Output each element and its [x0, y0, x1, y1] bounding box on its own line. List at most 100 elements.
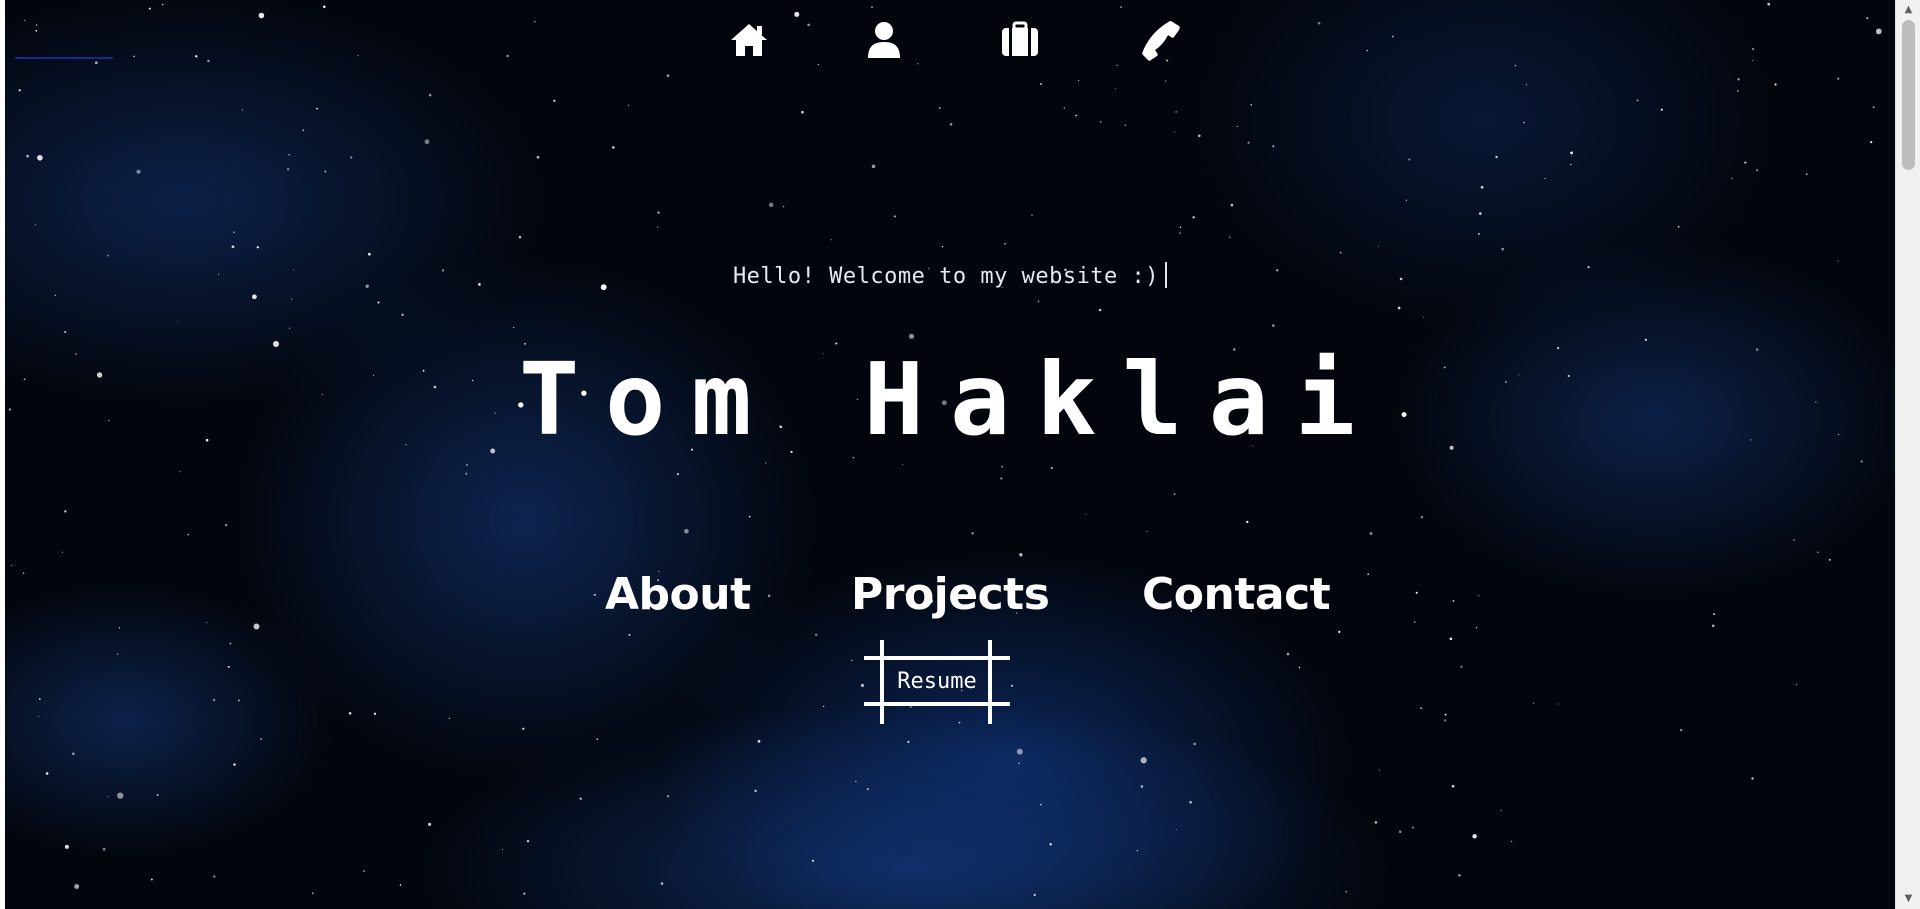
- briefcase-icon[interactable]: [998, 18, 1042, 62]
- star: [1004, 242, 1007, 245]
- star: [1345, 890, 1348, 893]
- star: [1098, 308, 1102, 312]
- star: [782, 205, 785, 208]
- star: [233, 763, 236, 766]
- star: [1756, 169, 1759, 172]
- star: [465, 472, 468, 475]
- star: [1236, 125, 1239, 128]
- star: [34, 224, 36, 226]
- star: [399, 884, 402, 886]
- star: [1411, 826, 1415, 829]
- star: [1397, 306, 1401, 310]
- star: [1444, 713, 1447, 716]
- star: [676, 473, 679, 476]
- star: [1010, 684, 1013, 687]
- star: [1544, 177, 1546, 180]
- scroll-down-arrow-icon[interactable]: ▼: [1896, 889, 1920, 909]
- scroll-up-arrow-icon[interactable]: ▲: [1896, 0, 1920, 20]
- star: [907, 740, 910, 743]
- star: [1250, 103, 1253, 106]
- star: [908, 333, 915, 339]
- star: [179, 470, 181, 473]
- star: [212, 698, 216, 702]
- star: [37, 154, 43, 161]
- star: [579, 797, 582, 800]
- star: [893, 215, 896, 218]
- star: [1197, 134, 1201, 138]
- star: [428, 93, 432, 97]
- star: [501, 848, 504, 851]
- user-icon[interactable]: [862, 18, 906, 62]
- star: [627, 104, 630, 107]
- star: [1179, 232, 1181, 235]
- star: [286, 167, 290, 171]
- star: [1374, 821, 1378, 824]
- home-icon[interactable]: [727, 18, 771, 62]
- star: [851, 659, 853, 662]
- star: [870, 6, 874, 9]
- star: [522, 727, 525, 731]
- star: [1472, 834, 1477, 839]
- star: [1422, 316, 1424, 318]
- star: [161, 3, 164, 6]
- projects-link[interactable]: Projects: [851, 565, 1050, 625]
- star: [117, 792, 124, 799]
- star: [1120, 6, 1122, 8]
- star: [523, 892, 526, 895]
- star: [26, 154, 29, 158]
- star: [45, 772, 49, 775]
- resume-button[interactable]: Resume: [864, 640, 1010, 724]
- section-menu: About Projects Contact: [5, 565, 1895, 625]
- star: [1229, 236, 1231, 238]
- star: [917, 63, 919, 65]
- star: [1451, 784, 1455, 788]
- star: [428, 822, 432, 827]
- star: [1495, 155, 1498, 159]
- star: [363, 870, 365, 872]
- vertical-scrollbar[interactable]: ▲ ▼: [1895, 0, 1920, 909]
- star: [106, 254, 109, 257]
- star: [830, 239, 832, 241]
- star: [1408, 158, 1411, 161]
- star: [1510, 840, 1513, 843]
- typing-cursor: [1165, 262, 1168, 288]
- about-link[interactable]: About: [605, 565, 751, 625]
- star: [1444, 719, 1447, 722]
- star: [150, 878, 153, 881]
- star: [1298, 666, 1301, 669]
- contact-link[interactable]: Contact: [1142, 565, 1331, 625]
- star: [368, 252, 371, 256]
- star: [1836, 77, 1840, 80]
- star: [536, 155, 540, 159]
- star: [316, 107, 319, 110]
- star: [107, 796, 109, 798]
- star: [666, 795, 670, 798]
- star: [288, 153, 290, 156]
- star: [526, 840, 530, 843]
- star: [1124, 124, 1127, 127]
- scrollbar-thumb[interactable]: [1902, 20, 1915, 170]
- star: [1532, 702, 1535, 705]
- star: [177, 320, 179, 322]
- star: [1246, 520, 1249, 524]
- star: [1000, 477, 1003, 480]
- star: [1247, 141, 1250, 144]
- star: [1037, 300, 1040, 302]
- star: [1767, 2, 1771, 6]
- phone-icon[interactable]: [1139, 18, 1183, 62]
- star: [1730, 177, 1733, 180]
- star: [1557, 703, 1559, 705]
- star: [596, 738, 599, 741]
- star: [233, 231, 235, 234]
- star: [136, 169, 141, 174]
- star: [1805, 173, 1808, 176]
- star: [1501, 247, 1505, 251]
- star: [38, 698, 41, 700]
- star: [1795, 683, 1797, 686]
- star: [61, 551, 64, 553]
- star: [38, 715, 40, 718]
- star: [628, 633, 631, 636]
- star: [213, 875, 216, 878]
- star: [1077, 79, 1080, 82]
- star: [251, 294, 257, 300]
